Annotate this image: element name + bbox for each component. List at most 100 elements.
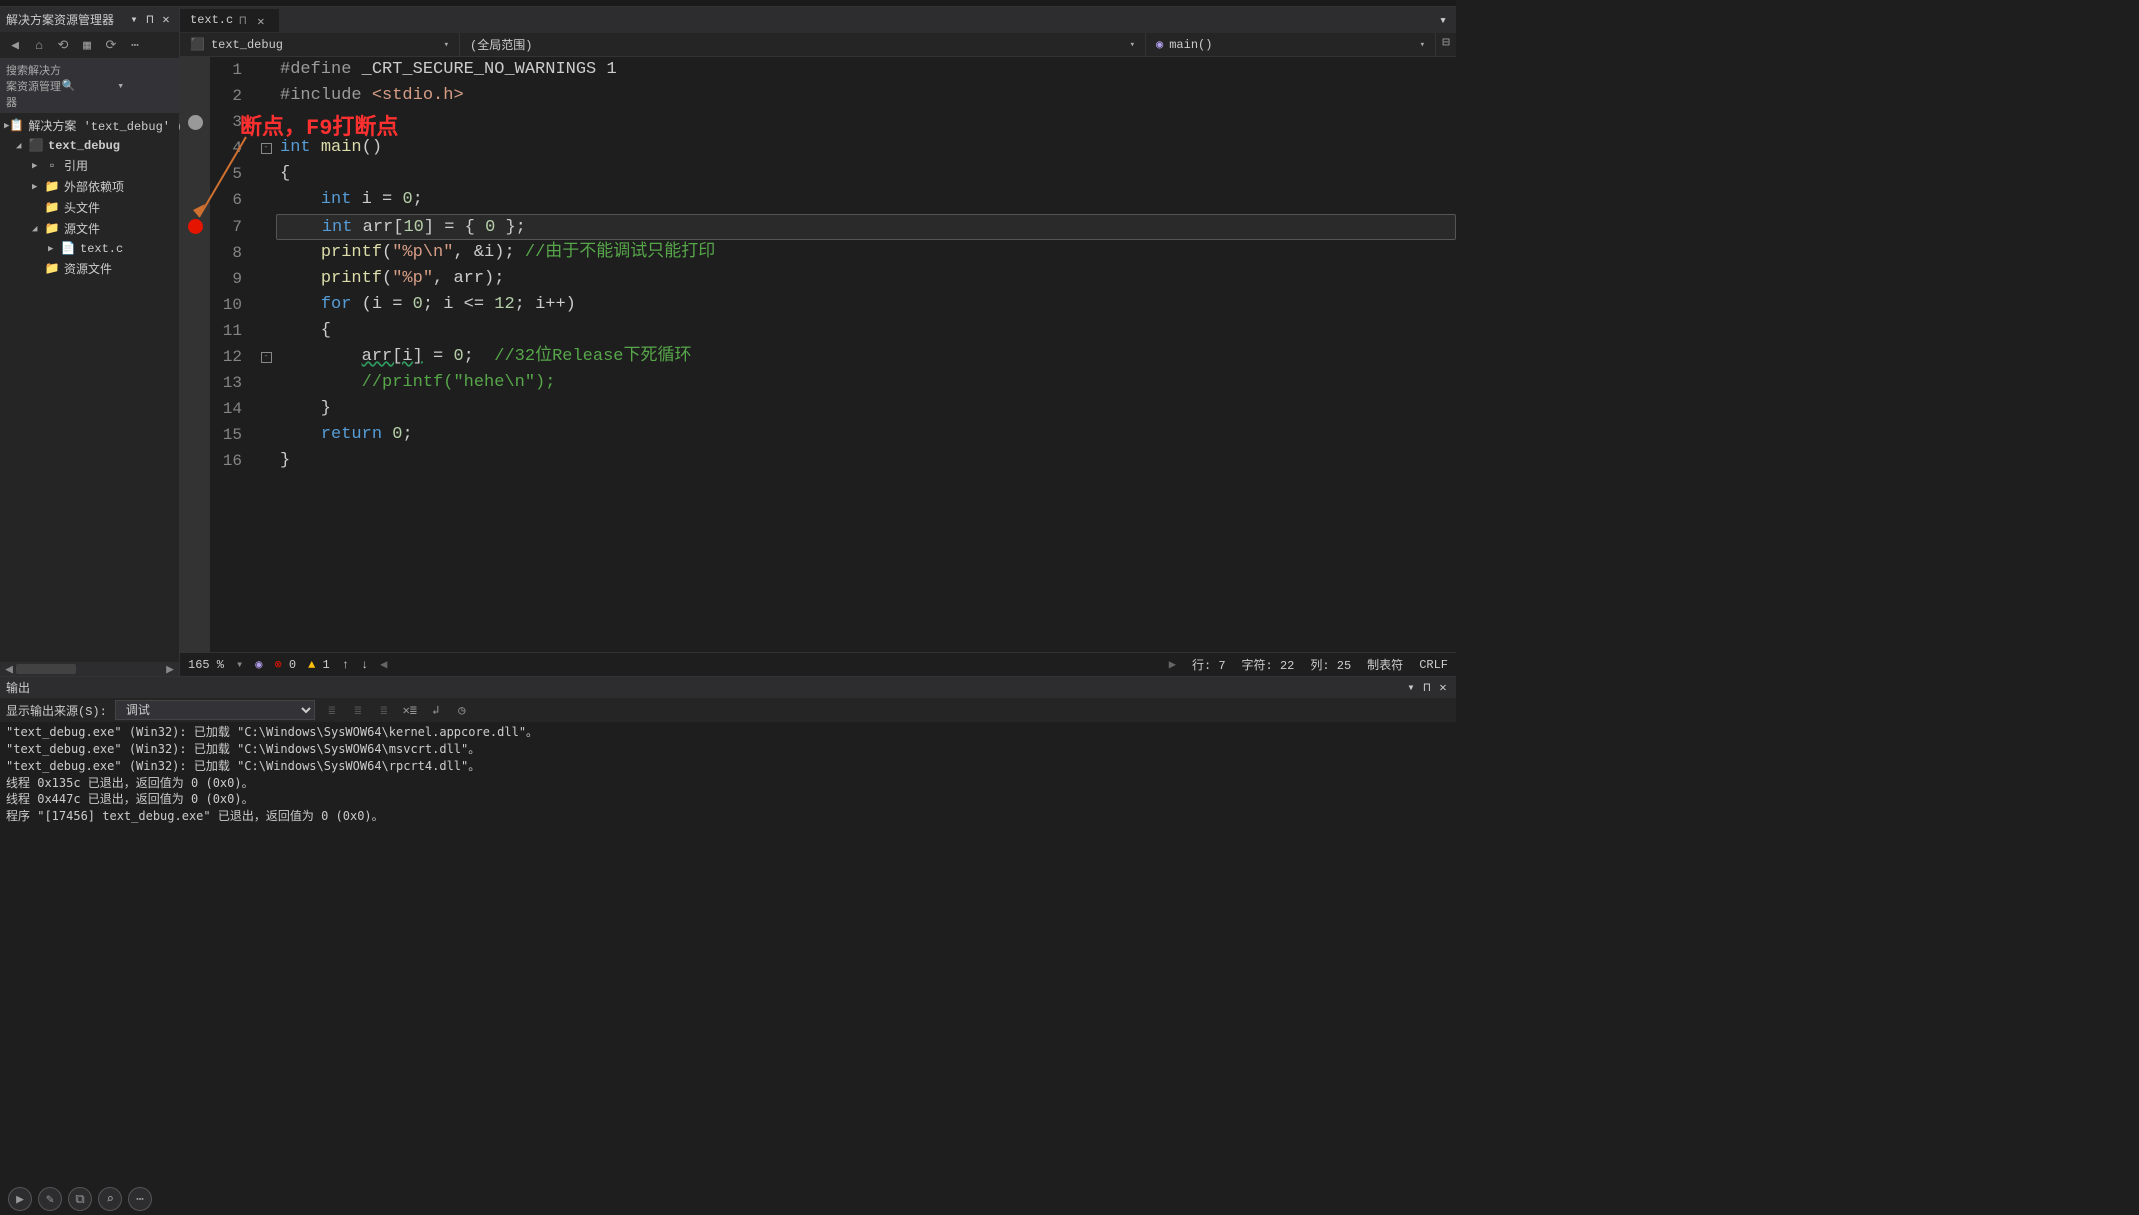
nav-function-dropdown[interactable]: ◉main() ▾ (1146, 33, 1436, 56)
code-editor[interactable]: 12345678910111213141516 -- 断点，F9打断点 #def… (180, 57, 1456, 652)
copy-icon[interactable]: ⧉ (68, 1187, 92, 1211)
breakpoint-cell[interactable] (180, 83, 210, 109)
breakpoint-cell[interactable] (180, 292, 210, 318)
dropdown-icon[interactable]: ▾ (127, 13, 141, 27)
breakpoint-cell[interactable] (180, 187, 210, 213)
fold-cell[interactable] (256, 240, 276, 266)
fold-cell[interactable] (256, 161, 276, 187)
code-line[interactable]: { (276, 161, 1456, 187)
output-btn-1[interactable]: ≣ (323, 701, 341, 719)
breakpoint-hollow-icon[interactable] (188, 115, 203, 130)
tree-resources[interactable]: 📁 资源文件 (0, 258, 179, 279)
scroll-thumb[interactable] (16, 664, 76, 674)
output-source-select[interactable]: 调试 (115, 700, 315, 720)
expand-icon[interactable]: ▶ (32, 182, 44, 192)
breakpoint-cell[interactable] (180, 240, 210, 266)
refresh-icon[interactable]: ⟳ (102, 36, 120, 54)
tree-external-deps[interactable]: ▶ 📁 外部依赖项 (0, 176, 179, 197)
close-icon[interactable]: ✕ (257, 14, 269, 26)
search-icon[interactable]: ⌕ (98, 1187, 122, 1211)
scroll-right-icon[interactable]: ▶ (163, 662, 177, 677)
code-line[interactable]: #define _CRT_SECURE_NO_WARNINGS 1 (276, 57, 1456, 83)
breakpoint-cell[interactable] (180, 57, 210, 83)
tree-headers[interactable]: 📁 头文件 (0, 197, 179, 218)
fold-cell[interactable] (256, 57, 276, 83)
fold-cell[interactable] (256, 83, 276, 109)
clock-icon[interactable]: ◷ (453, 701, 471, 719)
breakpoint-active-icon[interactable] (188, 219, 203, 234)
breakpoint-gutter[interactable] (180, 57, 210, 652)
home-icon[interactable]: ⌂ (30, 36, 48, 54)
breakpoint-cell[interactable] (180, 135, 210, 161)
dropdown-icon[interactable]: ▾ (1404, 681, 1418, 695)
breakpoint-cell[interactable] (180, 448, 210, 474)
code-line[interactable]: } (276, 396, 1456, 422)
fold-cell[interactable] (256, 422, 276, 448)
output-btn-2[interactable]: ≣ (349, 701, 367, 719)
fold-cell[interactable] (256, 448, 276, 474)
code-line[interactable]: #include <stdio.h> (276, 83, 1456, 109)
scroll-left-icon[interactable]: ◀ (2, 662, 16, 677)
fold-toggle-icon[interactable]: - (261, 352, 272, 363)
status-tabs[interactable]: 制表符 (1367, 656, 1403, 673)
fold-gutter[interactable]: -- (256, 57, 276, 652)
breakpoint-cell[interactable] (180, 344, 210, 370)
breakpoint-cell[interactable] (180, 266, 210, 292)
se-hscroll[interactable]: ◀ ▶ (0, 662, 179, 676)
breakpoint-cell[interactable] (180, 370, 210, 396)
tab-dropdown-icon[interactable]: ▾ (1436, 13, 1450, 27)
code-line[interactable]: int i = 0; (276, 187, 1456, 213)
split-icon[interactable]: ⊟ (1436, 33, 1456, 51)
close-icon[interactable]: ✕ (1436, 681, 1450, 695)
fold-cell[interactable]: - (256, 135, 276, 161)
zoom-level[interactable]: 165 % (188, 658, 224, 672)
expand-icon[interactable]: ▶ (48, 244, 60, 254)
more-icon[interactable]: ⋯ (126, 36, 144, 54)
breakpoint-cell[interactable] (180, 109, 210, 135)
edit-icon[interactable]: ✎ (38, 1187, 62, 1211)
code-line[interactable]: int arr[10] = { 0 }; (276, 214, 1456, 240)
fold-toggle-icon[interactable]: - (261, 143, 272, 154)
breakpoint-cell[interactable] (180, 318, 210, 344)
fold-cell[interactable] (256, 187, 276, 213)
fold-cell[interactable] (256, 318, 276, 344)
tree-file-text-c[interactable]: ▶ 📄 text.c (0, 239, 179, 258)
expand-icon[interactable]: ◢ (32, 224, 44, 234)
search-dropdown-icon[interactable]: ▾ (117, 79, 173, 93)
status-crlf[interactable]: CRLF (1419, 658, 1448, 672)
nav-global-dropdown[interactable]: (全局范围) ▾ (460, 33, 1146, 56)
fold-cell[interactable] (256, 396, 276, 422)
expand-icon[interactable]: ▶ (32, 161, 44, 171)
pin-icon[interactable]: ⊓ (239, 13, 251, 28)
code-line[interactable]: for (i = 0; i <= 12; i++) (276, 292, 1456, 318)
fold-cell[interactable]: - (256, 344, 276, 370)
error-count[interactable]: ⊗ 0 (274, 657, 296, 672)
clear-icon[interactable]: ✕≣ (401, 701, 419, 719)
nav-scope-dropdown[interactable]: ⬛text_debug ▾ (180, 33, 460, 56)
breakpoint-cell[interactable] (180, 422, 210, 448)
scroll-right-icon[interactable]: ▶ (1169, 657, 1176, 672)
fold-cell[interactable] (256, 109, 276, 135)
output-text[interactable]: "text_debug.exe" (Win32): 已加载 "C:\Window… (0, 722, 1456, 827)
code-line[interactable] (276, 109, 1456, 135)
health-icon[interactable]: ◉ (255, 657, 262, 672)
wrap-icon[interactable]: ↲ (427, 701, 445, 719)
code-line[interactable]: } (276, 448, 1456, 474)
pin-icon[interactable]: ⊓ (143, 13, 157, 27)
code-line[interactable]: printf("%p", arr); (276, 266, 1456, 292)
fold-cell[interactable] (256, 370, 276, 396)
nav-up-icon[interactable]: ↑ (342, 658, 349, 672)
tree-references[interactable]: ▶ ▫ 引用 (0, 155, 179, 176)
code-line[interactable]: return 0; (276, 422, 1456, 448)
solution-search[interactable]: 搜索解决方案资源管理器 🔍 ▾ (0, 59, 179, 113)
fold-cell[interactable] (256, 266, 276, 292)
play-icon[interactable]: ▶ (8, 1187, 32, 1211)
warning-count[interactable]: ▲ 1 (308, 658, 330, 672)
breakpoint-cell[interactable] (180, 396, 210, 422)
output-btn-3[interactable]: ≣ (375, 701, 393, 719)
nav-down-icon[interactable]: ↓ (361, 658, 368, 672)
more-icon[interactable]: ⋯ (128, 1187, 152, 1211)
expand-icon[interactable]: ◢ (16, 141, 28, 151)
fold-cell[interactable] (256, 214, 276, 240)
code-line[interactable]: arr[i] = 0; //32位Release下死循环 (276, 344, 1456, 370)
